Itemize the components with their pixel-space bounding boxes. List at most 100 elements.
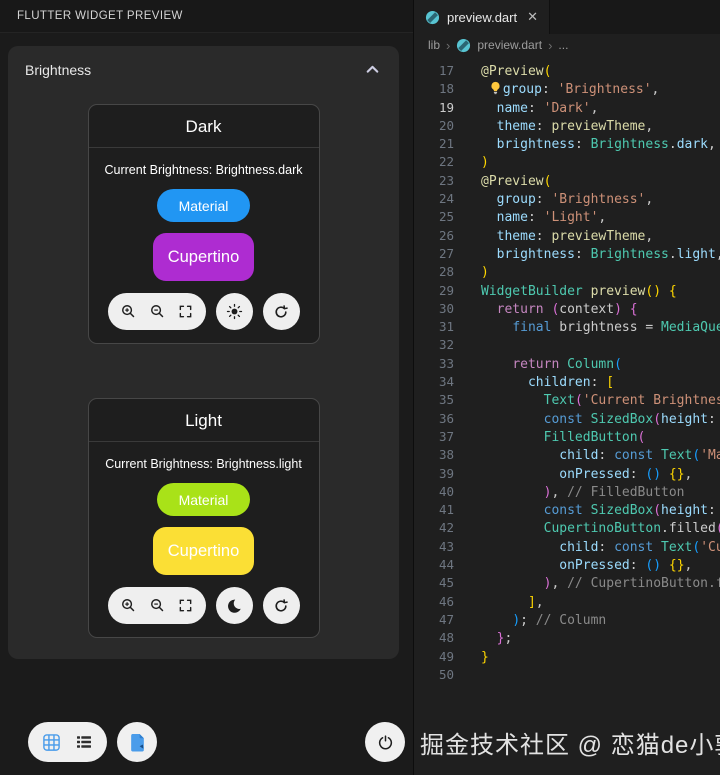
preview-card-light: Light Current Brightness: Brightness.ligh… bbox=[87, 398, 320, 638]
line-number: 45 bbox=[438, 575, 454, 591]
tab-label: preview.dart bbox=[447, 9, 518, 25]
brightness-section: Brightness Dark Current Brightness: Brigh… bbox=[8, 46, 399, 659]
tab-preview-dart[interactable]: preview.dart ✕ bbox=[414, 0, 550, 34]
code-line: 34 children: [ bbox=[414, 373, 720, 391]
line-number: 33 bbox=[438, 355, 454, 371]
restart-button[interactable] bbox=[365, 722, 405, 762]
zoom-out-icon[interactable] bbox=[149, 597, 166, 614]
code-line: 26 theme: previewTheme, bbox=[414, 227, 720, 245]
code-line: 40 ), // FilledButton bbox=[414, 483, 720, 501]
code-line: 24 group: 'Brightness', bbox=[414, 190, 720, 208]
panel-title: FLUTTER WIDGET PREVIEW bbox=[0, 0, 413, 33]
line-number: 39 bbox=[438, 465, 454, 481]
code-line: 39 onPressed: () {}, bbox=[414, 465, 720, 483]
fullscreen-icon[interactable] bbox=[178, 598, 193, 613]
line-number: 30 bbox=[438, 300, 454, 316]
code-line: 23 @Preview( bbox=[414, 172, 720, 190]
material-button[interactable]: Material bbox=[156, 483, 251, 516]
code-line: 22) bbox=[414, 153, 720, 171]
chevron-up-icon[interactable] bbox=[364, 61, 381, 78]
line-number: 32 bbox=[438, 337, 454, 353]
file-filter-button[interactable] bbox=[117, 722, 157, 762]
code-line: 46 ], bbox=[414, 593, 720, 611]
line-number: 22 bbox=[438, 154, 454, 170]
line-number: 34 bbox=[438, 374, 454, 390]
line-number: 38 bbox=[438, 447, 454, 463]
line-number: 35 bbox=[438, 392, 454, 408]
code-line: 28) bbox=[414, 263, 720, 281]
preview-card-dark: Dark Current Brightness: Brightness.dark M… bbox=[87, 104, 320, 344]
zoom-out-icon[interactable] bbox=[149, 303, 166, 320]
line-number: 37 bbox=[438, 428, 454, 444]
line-number: 23 bbox=[438, 172, 454, 188]
section-title: Brightness bbox=[25, 61, 92, 78]
line-number: 47 bbox=[438, 611, 454, 627]
code-line: 41 const SizedBox(height: 10 bbox=[414, 501, 720, 519]
code-line: 42 CupertinoButton.filled( bbox=[414, 519, 720, 537]
cupertino-button[interactable]: Cupertino bbox=[152, 527, 255, 575]
code-line: 33 return Column( bbox=[414, 355, 720, 373]
zoom-in-icon[interactable] bbox=[120, 597, 137, 614]
code-line: 35 Text('Current Brightness: bbox=[414, 391, 720, 409]
theme-toggle-button[interactable] bbox=[215, 293, 253, 330]
restart-icon bbox=[377, 734, 394, 751]
watermark: 掘金技术社区 @ 恋猫de小郭 bbox=[420, 732, 720, 759]
line-number: 44 bbox=[438, 557, 454, 573]
line-number: 19 bbox=[438, 99, 454, 115]
code-line: 38 child: const Text('Material' bbox=[414, 446, 720, 464]
code-line: 32 bbox=[414, 336, 720, 354]
widget-preview-panel: FLUTTER WIDGET PREVIEW Brightness Dark Cu… bbox=[0, 0, 413, 775]
line-number: 49 bbox=[438, 648, 454, 664]
refresh-button[interactable] bbox=[262, 587, 300, 624]
brightness-status: Current Brightness: Brightness.dark bbox=[104, 163, 303, 177]
line-number: 21 bbox=[438, 136, 454, 152]
close-icon[interactable]: ✕ bbox=[527, 9, 538, 25]
code-line: 50 bbox=[414, 666, 720, 684]
breadcrumb-separator: › bbox=[548, 37, 553, 53]
line-number: 31 bbox=[438, 319, 454, 335]
code-line: 17 @Preview( bbox=[414, 62, 720, 80]
code-line: 44 onPressed: () {}, bbox=[414, 556, 720, 574]
line-number: 41 bbox=[438, 502, 454, 518]
breadcrumb-item-file[interactable]: preview.dart bbox=[477, 38, 542, 52]
code-area[interactable]: 17 @Preview(18 group: 'Brightness', 19 nam… bbox=[414, 56, 720, 684]
flutter-widget-preview-window: FLUTTER WIDGET PREVIEW Brightness Dark Cu… bbox=[0, 0, 720, 775]
brightness-status: Current Brightness: Brightness.light bbox=[105, 457, 302, 471]
theme-toggle-button[interactable] bbox=[215, 587, 253, 624]
code-line: 19 name: 'Dark', bbox=[414, 99, 720, 117]
zoom-controls bbox=[107, 587, 206, 624]
grid-icon[interactable] bbox=[42, 733, 61, 752]
line-number: 17 bbox=[438, 63, 454, 78]
dart-icon bbox=[425, 10, 440, 25]
code-line: 25 name: 'Light', bbox=[414, 208, 720, 226]
line-number: 36 bbox=[438, 410, 454, 426]
card-title: Light bbox=[88, 399, 319, 442]
material-button[interactable]: Material bbox=[156, 189, 251, 222]
line-number: 27 bbox=[438, 245, 454, 261]
refresh-icon bbox=[273, 598, 289, 614]
refresh-button[interactable] bbox=[262, 293, 300, 330]
fullscreen-icon[interactable] bbox=[178, 304, 193, 319]
cupertino-button[interactable]: Cupertino bbox=[152, 233, 255, 281]
code-line: 18 group: 'Brightness', bbox=[414, 80, 720, 98]
code-line: 37 FilledButton( bbox=[414, 428, 720, 446]
line-number: 28 bbox=[438, 264, 454, 280]
zoom-in-icon[interactable] bbox=[120, 303, 137, 320]
breadcrumb-item-lib[interactable]: lib bbox=[428, 38, 440, 52]
dart-icon bbox=[456, 38, 471, 53]
preview-controls bbox=[89, 293, 319, 330]
breadcrumb-item-symbol[interactable]: ... bbox=[558, 38, 568, 52]
line-number: 18 bbox=[438, 81, 454, 97]
line-number: 43 bbox=[438, 538, 454, 554]
line-number: 25 bbox=[438, 209, 454, 225]
sun-icon bbox=[226, 303, 243, 320]
list-icon[interactable] bbox=[75, 733, 93, 751]
code-line: 48 }; bbox=[414, 629, 720, 647]
code-line: 47 ); // Column bbox=[414, 611, 720, 629]
line-number: 50 bbox=[438, 666, 454, 682]
code-line: 31 final brightness = MediaQuery bbox=[414, 318, 720, 336]
line-number: 24 bbox=[438, 191, 454, 207]
refresh-icon bbox=[273, 304, 289, 320]
file-icon bbox=[129, 733, 146, 752]
code-line: 45 ), // CupertinoButton.fill bbox=[414, 574, 720, 592]
